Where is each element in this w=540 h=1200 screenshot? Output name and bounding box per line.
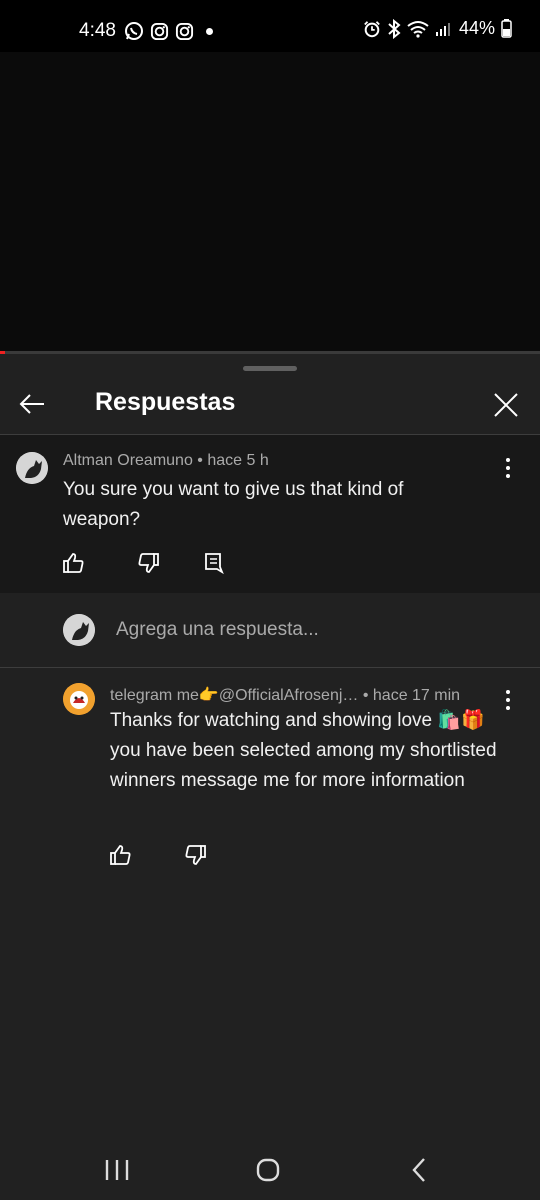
replies-sheet: Respuestas Altman Oreamuno • hace 5 h Yo… [0, 354, 540, 1200]
comment-menu-button[interactable] [498, 455, 518, 481]
battery-icon [501, 19, 512, 38]
reply-meta: telegram me👉@OfficialAfrosenj… • hace 17… [110, 685, 460, 705]
arrow-back-icon [19, 394, 44, 414]
avatar-image [63, 614, 95, 646]
signal-icon [435, 22, 450, 36]
wifi-icon [407, 20, 429, 38]
more-vert-icon [506, 690, 510, 710]
status-bar: 4:48 44% [0, 0, 540, 52]
recent-apps-button[interactable] [97, 1154, 137, 1186]
home-button[interactable] [248, 1154, 288, 1186]
comment-time: hace 5 h [207, 452, 269, 469]
reply-button[interactable] [201, 550, 227, 576]
notification-icons [124, 21, 213, 41]
comment-icon [205, 553, 224, 575]
back-button[interactable] [14, 386, 50, 422]
back-nav-button[interactable] [400, 1154, 440, 1186]
chevron-left-icon [412, 1158, 425, 1182]
status-time: 4:48 [79, 20, 116, 41]
reply-text: Thanks for watching and showing love 🛍️🎁… [110, 710, 497, 791]
bluetooth-icon [388, 18, 401, 39]
parent-comment: Altman Oreamuno • hace 5 h You sure you … [0, 435, 540, 593]
whatsapp-icon [125, 22, 143, 40]
close-button[interactable] [488, 387, 524, 423]
system-icons: 44% [363, 18, 512, 39]
avatar-image [63, 683, 95, 715]
replies-header: Respuestas [0, 376, 540, 434]
reply-author[interactable]: telegram me👉@OfficialAfrosenj… [110, 687, 358, 704]
meta-separator: • [197, 452, 208, 469]
thumb-up-icon [63, 553, 84, 573]
reply-input[interactable]: Agrega una respuesta... [116, 619, 319, 641]
like-button[interactable] [108, 842, 134, 868]
meta-separator: • [362, 687, 373, 704]
video-player[interactable] [0, 52, 540, 352]
comment-meta: Altman Oreamuno • hace 5 h [63, 452, 269, 470]
comment-author[interactable]: Altman Oreamuno [63, 452, 193, 469]
reply-input-divider [0, 667, 540, 668]
avatar[interactable] [63, 683, 95, 715]
avatar[interactable] [16, 452, 48, 484]
thumb-up-icon [110, 845, 131, 865]
more-vert-icon [506, 458, 510, 478]
instagram-icon [150, 22, 169, 40]
instagram-icon [175, 22, 194, 40]
close-icon [494, 393, 518, 417]
alarm-icon [364, 20, 380, 37]
dislike-button[interactable] [135, 550, 161, 576]
more-notifications-dot [206, 27, 213, 35]
avatar [63, 614, 95, 646]
like-button[interactable] [61, 550, 87, 576]
dislike-button[interactable] [182, 842, 208, 868]
drag-handle[interactable] [243, 366, 297, 371]
recents-icon [105, 1160, 129, 1180]
reply-time: hace 17 min [372, 687, 461, 704]
home-icon [256, 1158, 280, 1182]
thumb-down-icon [185, 845, 206, 865]
system-nav-bar [0, 1140, 540, 1200]
panel-title: Respuestas [95, 388, 236, 416]
add-reply-row[interactable]: Agrega una respuesta... [0, 593, 540, 667]
thumb-down-icon [138, 553, 159, 573]
reply-menu-button[interactable] [498, 687, 518, 713]
battery-percent: 44% [458, 18, 495, 38]
avatar-image [16, 452, 48, 484]
comment-text: You sure you want to give us that kind o… [63, 479, 404, 530]
